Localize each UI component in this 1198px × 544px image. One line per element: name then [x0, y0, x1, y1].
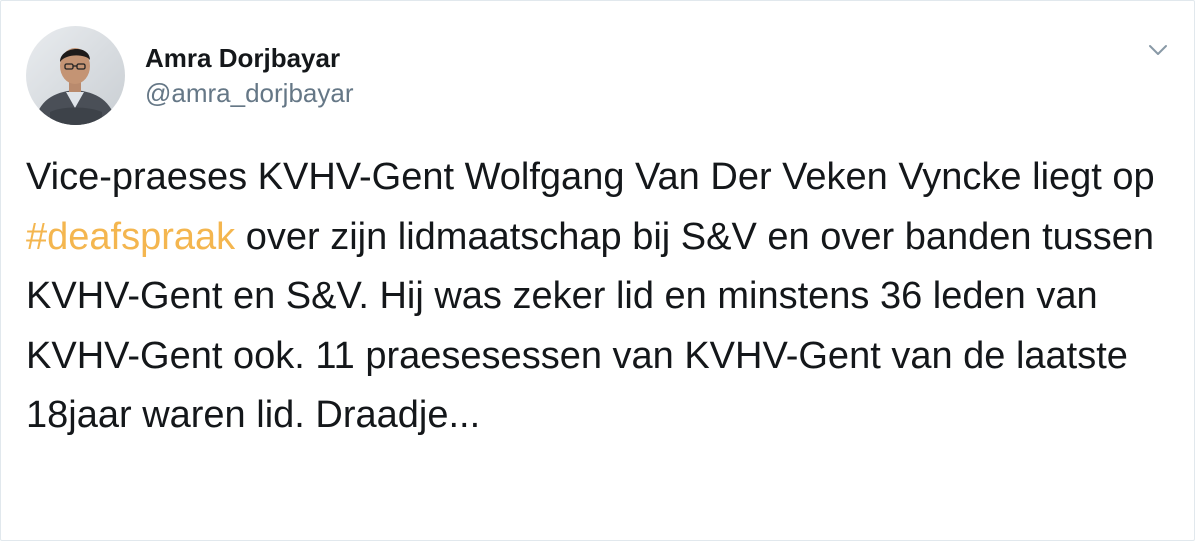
tweet-text: Vice-praeses KVHV-Gent Wolfgang Van Der …	[26, 148, 1176, 446]
user-info: Amra Dorjbayar @amra_dorjbayar	[145, 40, 353, 110]
author-handle[interactable]: @amra_dorjbayar	[145, 76, 353, 110]
avatar[interactable]	[26, 25, 125, 125]
tweet-header: Amra Dorjbayar @amra_dorjbayar	[26, 25, 353, 125]
chevron-down-icon-graphic	[1149, 45, 1167, 55]
tweet-text-start: Vice-praeses KVHV-Gent Wolfgang Van Der …	[26, 156, 1155, 198]
avatar-image	[26, 25, 125, 125]
author-name[interactable]: Amra Dorjbayar	[145, 40, 353, 76]
chevron-down-icon[interactable]	[1147, 39, 1169, 61]
hashtag-link[interactable]: #deafspraak	[26, 216, 235, 258]
tweet-card: Amra Dorjbayar @amra_dorjbayar Vice-prae…	[0, 0, 1195, 541]
